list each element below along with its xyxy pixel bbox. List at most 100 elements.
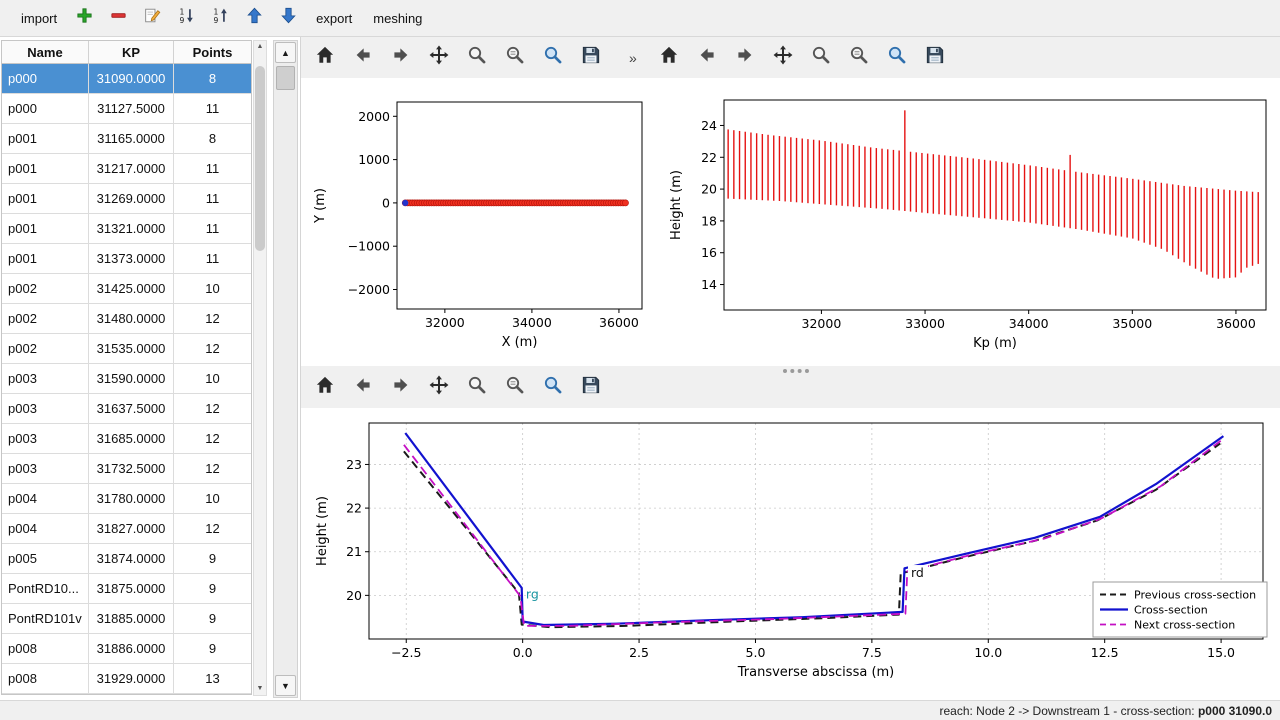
column-header-kp[interactable]: KP — [89, 41, 174, 63]
table-row[interactable]: p00831886.00009 — [2, 634, 251, 664]
move-up-button[interactable] — [241, 5, 268, 32]
cell-name: p000 — [2, 64, 89, 93]
table-row[interactable]: p00131321.000011 — [2, 214, 251, 244]
table-row[interactable]: p00531874.00009 — [2, 544, 251, 574]
cell-kp: 31425.0000 — [89, 274, 174, 303]
table-row[interactable]: p00031127.500011 — [2, 94, 251, 124]
cell-kp: 31827.0000 — [89, 514, 174, 543]
table-row[interactable]: p00131217.000011 — [2, 154, 251, 184]
pan-button[interactable] — [423, 371, 455, 403]
table-row[interactable]: p00331685.000012 — [2, 424, 251, 454]
forward-button[interactable] — [729, 42, 761, 74]
zoom-button[interactable] — [461, 371, 493, 403]
home-button[interactable] — [309, 42, 341, 74]
pan-button[interactable] — [423, 42, 455, 74]
panel-scroll-down-button[interactable]: ▼ — [275, 675, 296, 696]
column-header-name[interactable]: Name — [2, 41, 89, 63]
svg-text:5.0: 5.0 — [746, 645, 766, 660]
cross-section-plot-canvas[interactable]: −2.50.02.55.07.510.012.515.020212223Tran… — [304, 408, 1280, 698]
table-row[interactable]: p00331590.000010 — [2, 364, 251, 394]
table-row[interactable]: p00831929.000013 — [2, 664, 251, 694]
svg-text:36000: 36000 — [599, 315, 639, 330]
toolbar-overflow-button[interactable]: » — [629, 50, 637, 66]
cell-points: 8 — [174, 64, 251, 93]
forward-icon — [390, 374, 412, 401]
import-button[interactable]: import — [14, 8, 64, 29]
subplots-button[interactable] — [499, 42, 531, 74]
customize-button[interactable] — [537, 371, 569, 403]
table-scrollbar-down-icon[interactable]: ▼ — [254, 684, 266, 694]
cell-name: p002 — [2, 274, 89, 303]
save-icon — [580, 44, 602, 71]
home-button[interactable] — [653, 42, 685, 74]
table-row[interactable]: p00031090.00008 — [2, 64, 251, 94]
customize-button[interactable] — [881, 42, 913, 74]
move-down-button[interactable] — [275, 5, 302, 32]
svg-text:23: 23 — [346, 457, 362, 472]
cell-kp: 31685.0000 — [89, 424, 174, 453]
save-button[interactable] — [919, 42, 951, 74]
table-row[interactable]: PontRD101v31885.00009 — [2, 604, 251, 634]
remove-cross-section-button[interactable] — [105, 5, 132, 32]
sort-ascending-button[interactable]: 19 — [207, 5, 234, 32]
table-row[interactable]: p00131165.00008 — [2, 124, 251, 154]
forward-button[interactable] — [385, 371, 417, 403]
sort-descending-button[interactable]: 19 — [173, 5, 200, 32]
zoom-icon — [810, 44, 832, 71]
cell-kp: 31732.5000 — [89, 454, 174, 483]
meshing-button[interactable]: meshing — [366, 8, 429, 29]
panel-scroll-up-button[interactable]: ▲ — [275, 42, 296, 63]
table-scrollbar-up-icon[interactable]: ▲ — [254, 42, 266, 52]
cell-kp: 31885.0000 — [89, 604, 174, 633]
back-button[interactable] — [347, 42, 379, 74]
save-icon — [924, 44, 946, 71]
customize-button[interactable] — [537, 42, 569, 74]
edit-cross-section-button[interactable] — [139, 5, 166, 32]
back-button[interactable] — [347, 371, 379, 403]
xy-plot-canvas[interactable]: 320003400036000200010000−1000−2000X (m)Y… — [304, 78, 661, 366]
status-cross-section-name: p000 31090.0 — [1198, 704, 1272, 718]
column-header-points[interactable]: Points — [174, 41, 251, 63]
cell-name: p001 — [2, 124, 89, 153]
table-scrollbar[interactable]: ▲ ▼ — [253, 40, 267, 696]
add-cross-section-button[interactable] — [71, 5, 98, 32]
subplots-button[interactable] — [843, 42, 875, 74]
cross-section-plot-toolbar — [309, 371, 607, 403]
cell-points: 13 — [174, 664, 251, 693]
add-icon — [75, 6, 94, 30]
back-button[interactable] — [691, 42, 723, 74]
zoom-button[interactable] — [461, 42, 493, 74]
svg-text:36000: 36000 — [1216, 316, 1256, 331]
export-button[interactable]: export — [309, 8, 359, 29]
forward-button[interactable] — [385, 42, 417, 74]
profile-plot-canvas[interactable]: 3200033000340003500036000242220181614Kp … — [661, 78, 1280, 366]
zoom-button[interactable] — [805, 42, 837, 74]
table-row[interactable]: p00331637.500012 — [2, 394, 251, 424]
home-button[interactable] — [309, 371, 341, 403]
panel-scrollbar[interactable]: ▲ ▼ — [273, 40, 298, 698]
home-icon — [314, 374, 336, 401]
cell-points: 9 — [174, 634, 251, 663]
table-row[interactable]: p00131373.000011 — [2, 244, 251, 274]
table-row[interactable]: p00231480.000012 — [2, 304, 251, 334]
customize-icon — [886, 44, 908, 71]
panel-scrollbar-thumb[interactable] — [276, 66, 295, 90]
subplots-button[interactable] — [499, 371, 531, 403]
table-row[interactable]: p00231535.000012 — [2, 334, 251, 364]
table-row[interactable]: p00431780.000010 — [2, 484, 251, 514]
table-scrollbar-thumb[interactable] — [255, 66, 265, 251]
svg-text:24: 24 — [701, 118, 717, 133]
pan-button[interactable] — [767, 42, 799, 74]
xy-plot-toolbar — [309, 42, 607, 74]
save-button[interactable] — [575, 42, 607, 74]
table-row[interactable]: p00131269.000011 — [2, 184, 251, 214]
table-row[interactable]: PontRD10...31875.00009 — [2, 574, 251, 604]
svg-text:20: 20 — [346, 588, 362, 603]
table-row[interactable]: p00331732.500012 — [2, 454, 251, 484]
table-row[interactable]: p00231425.000010 — [2, 274, 251, 304]
save-button[interactable] — [575, 371, 607, 403]
table-row[interactable]: p00431827.000012 — [2, 514, 251, 544]
edit-icon — [143, 6, 162, 30]
splitter-handle[interactable] — [783, 369, 809, 373]
cell-name: p003 — [2, 364, 89, 393]
